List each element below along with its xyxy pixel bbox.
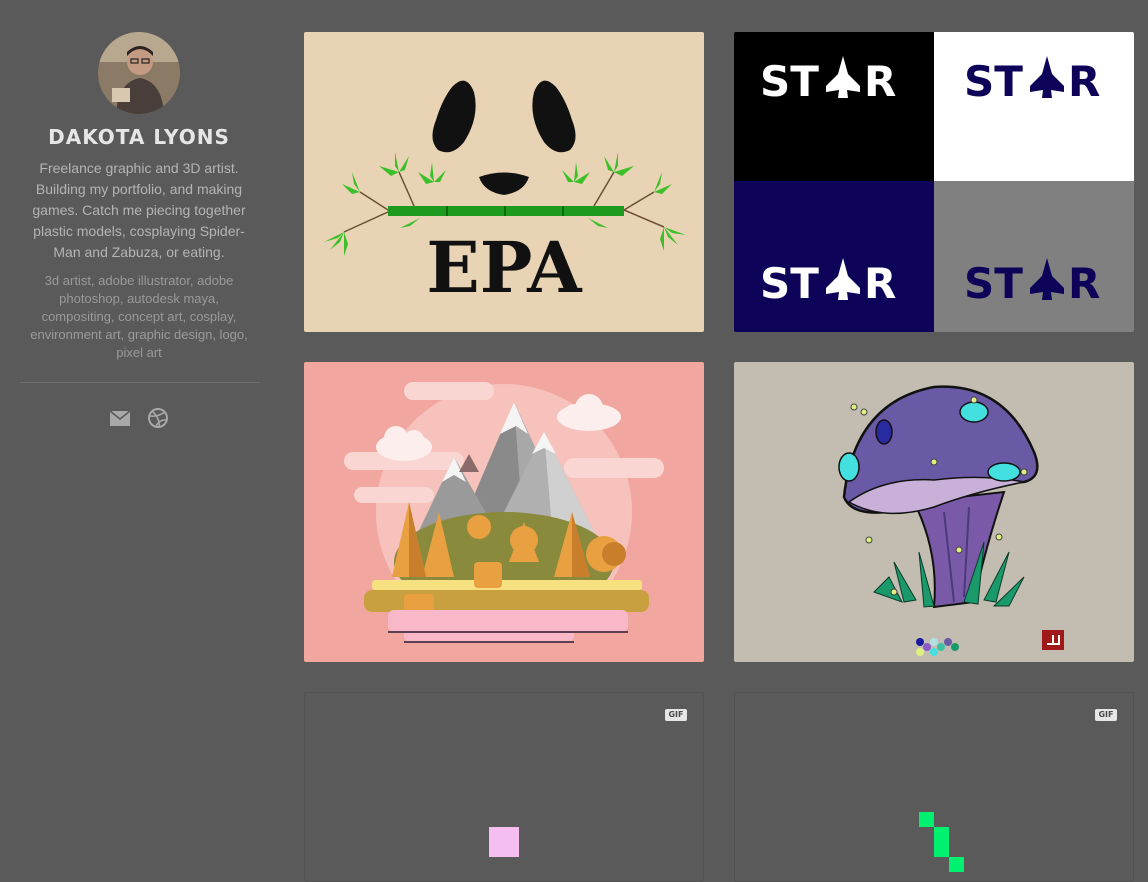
project-tile-landscape[interactable] (304, 362, 704, 662)
sidebar-divider (20, 382, 260, 383)
profile-bio: Freelance graphic and 3D artist. Buildin… (32, 160, 246, 260)
pixel-block (919, 812, 934, 827)
pixel-square (489, 827, 519, 857)
project-tile-gif-1[interactable]: GIF (304, 692, 704, 882)
star-logo-text-end: R (864, 57, 896, 106)
avatar[interactable] (98, 32, 180, 114)
star-logo-text-end: R (1068, 57, 1100, 106)
gif-badge: GIF (1095, 709, 1117, 721)
project-tile-star[interactable]: ST R ST R ST R ST R (734, 32, 1134, 332)
profile-sidebar: DAKOTA LYONS Freelance graphic and 3D ar… (0, 0, 278, 877)
project-tile-gif-2[interactable]: GIF (734, 692, 1134, 882)
star-logo-text-end: R (864, 259, 896, 308)
star-logo-text-end: R (1068, 259, 1100, 308)
gif-badge: GIF (665, 709, 687, 721)
star-logo-text-start: ST (760, 57, 819, 106)
epa-logo-text: EPA (426, 226, 583, 309)
profile-tags: 3d artist, adobe illustrator, adobe phot… (30, 273, 248, 360)
pixel-block (934, 827, 949, 857)
project-tile-mushroom[interactable] (734, 362, 1134, 662)
dribbble-icon[interactable] (146, 406, 170, 430)
star-logo-text-start: ST (964, 259, 1023, 308)
star-logo-text-start: ST (964, 57, 1023, 106)
mail-icon[interactable] (108, 406, 132, 430)
pixel-block (949, 857, 964, 872)
project-tile-epa[interactable]: EPA (304, 32, 704, 332)
profile-name: DAKOTA LYONS (48, 125, 230, 149)
star-logo-text-start: ST (760, 259, 819, 308)
